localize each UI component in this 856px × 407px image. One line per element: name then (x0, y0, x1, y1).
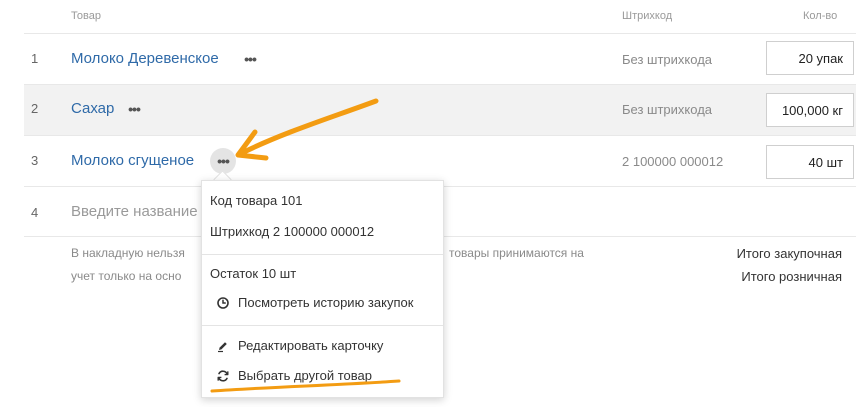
quantity-input[interactable]: 100,000 кг (766, 93, 854, 127)
clock-icon (216, 296, 230, 310)
table-row: 3 Молоко сгущеное ••• 2 100000 000012 40… (24, 136, 856, 186)
product-barcode: Штрихкод 2 100000 000012 (210, 224, 375, 239)
product-name-link[interactable]: Молоко сгущеное (71, 152, 194, 169)
product-name-link[interactable]: Сахар (71, 100, 114, 117)
barcode-value: Без штрихкода (622, 102, 713, 117)
pencil-icon (216, 339, 230, 353)
menu-divider (202, 254, 443, 255)
row-number: 2 (31, 101, 39, 116)
barcode-value: Без штрихкода (622, 52, 713, 67)
refresh-icon (216, 369, 230, 383)
invoice-note-line: В накладную нельзя (71, 246, 185, 260)
row-number: 4 (31, 205, 39, 220)
row-number: 3 (31, 153, 39, 168)
barcode-value: 2 100000 000012 (622, 154, 724, 169)
total-retail-label: Итого розничная (741, 269, 842, 284)
total-purchase-label: Итого закупочная (736, 246, 842, 261)
invoice-note-line: учет только на осно (71, 269, 182, 283)
invoice-note-line: товары принимаются на (449, 246, 584, 260)
menu-item-label: Выбрать другой товар (238, 368, 372, 383)
more-options-icon[interactable]: ••• (121, 96, 147, 122)
menu-item-label: Редактировать карточку (238, 338, 384, 353)
product-stock: Остаток 10 шт (210, 266, 297, 281)
menu-item-label: Посмотреть историю закупок (238, 295, 414, 310)
menu-divider (202, 325, 443, 326)
product-code: Код товара 101 (210, 193, 303, 208)
quantity-input[interactable]: 20 упак (766, 41, 854, 75)
table-row: 2 Сахар ••• Без штрихкода 100,000 кг (24, 85, 856, 135)
column-header-product: Товар (71, 10, 101, 22)
table-row: 1 Молоко Деревенское ••• Без штрихкода 2… (24, 34, 856, 84)
product-context-menu: Код товара 101 Штрихкод 2 100000 000012 … (201, 180, 444, 398)
product-name-link[interactable]: Молоко Деревенское (71, 50, 219, 67)
view-purchase-history-item[interactable]: Посмотреть историю закупок (216, 295, 413, 310)
quantity-input[interactable]: 40 шт (766, 145, 854, 179)
column-header-qty: Кол-во (803, 10, 838, 22)
more-options-icon[interactable]: ••• (237, 46, 263, 72)
purchase-invoice-table: Товар Штрихкод Кол-во 1 Молоко Деревенск… (0, 0, 856, 407)
edit-card-item[interactable]: Редактировать карточку (216, 338, 383, 353)
row-number: 1 (31, 51, 39, 66)
column-header-barcode: Штрихкод (622, 10, 673, 22)
select-another-product-item[interactable]: Выбрать другой товар (216, 368, 372, 383)
product-search-input[interactable]: Введите название (71, 203, 198, 220)
